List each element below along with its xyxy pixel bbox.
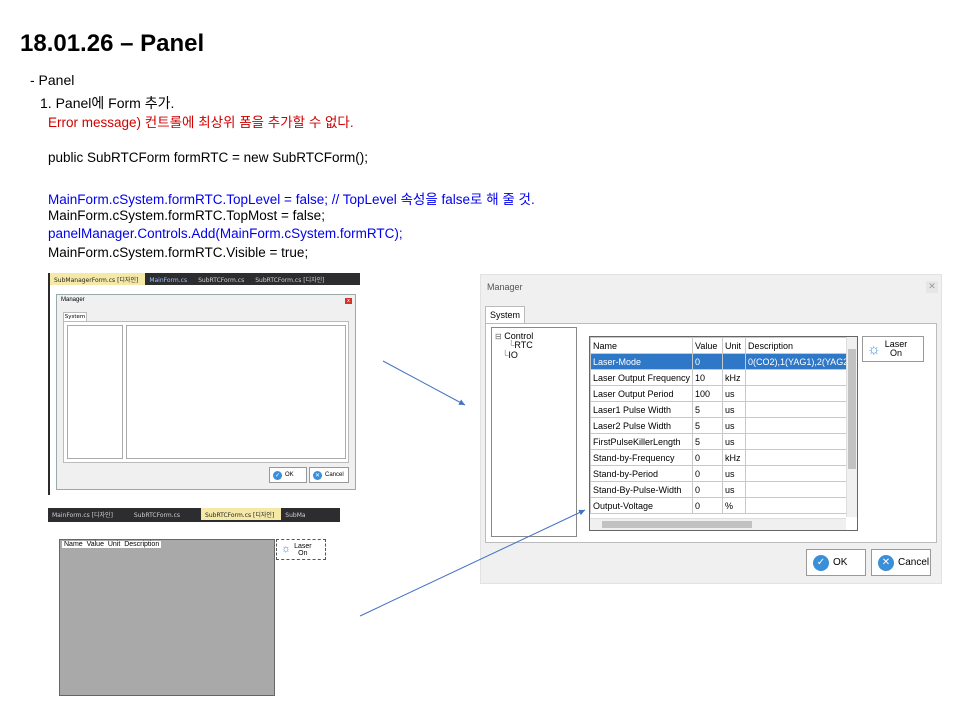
- arrows-overlay: [359, 360, 586, 617]
- arrow-to-parameter-grid: [359, 509, 586, 617]
- arrow-to-manager-panel: [382, 360, 466, 406]
